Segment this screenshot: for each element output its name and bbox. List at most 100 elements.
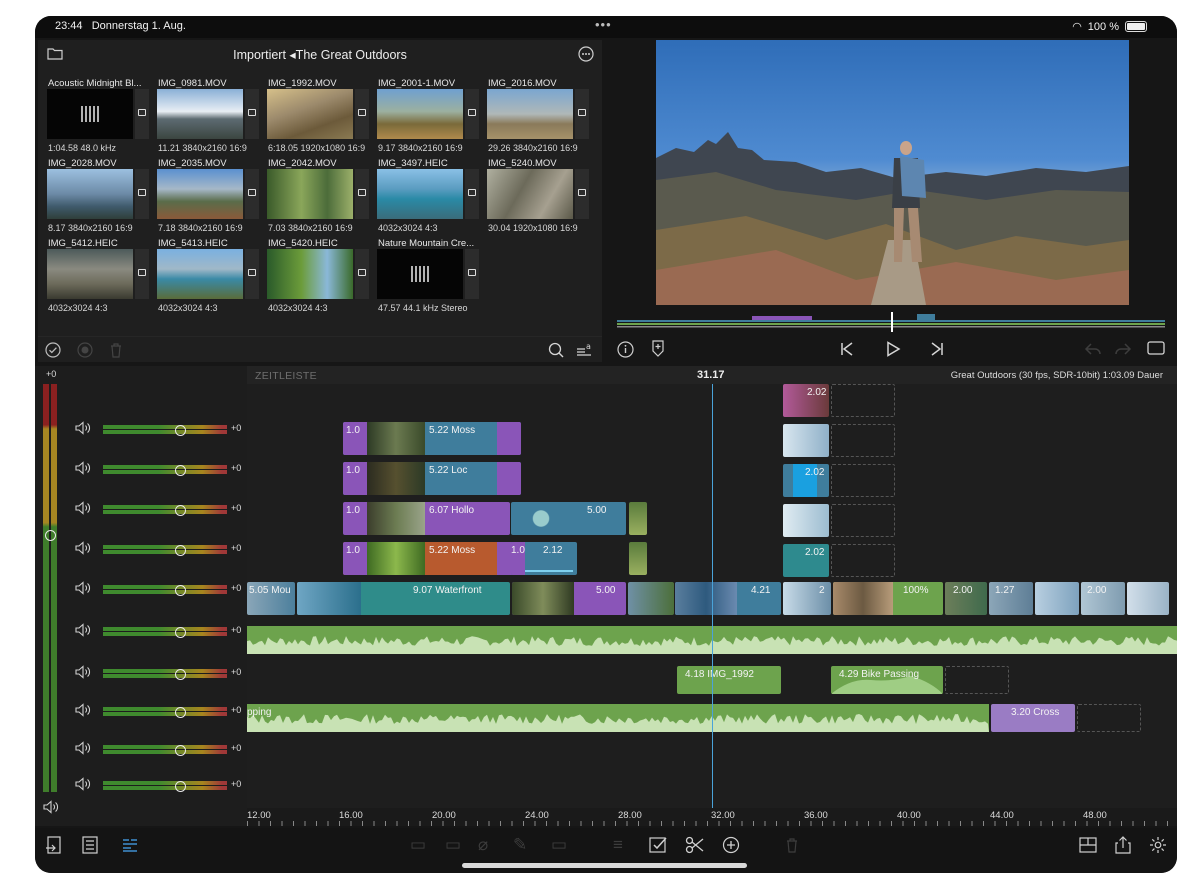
media-item[interactable]: IMG_5413.HEIC 4032x3024 4:3 <box>157 238 261 318</box>
audio-clip[interactable]: 4.18 IMG_1992 <box>677 666 781 694</box>
layout-icon[interactable] <box>1079 836 1097 857</box>
skip-forward-icon[interactable] <box>929 341 945 360</box>
timeline-clip[interactable]: 1.27 <box>989 582 1033 615</box>
media-item[interactable]: Acoustic Midnight Bl... 1:04.58 48.0 kHz <box>47 78 151 158</box>
track-speaker-icon[interactable] <box>75 461 91 478</box>
clip-placeholder[interactable] <box>831 384 895 417</box>
insert-clip-icon[interactable]: ▭ <box>445 836 461 853</box>
track-volume-control[interactable]: +0 <box>75 665 245 680</box>
timeline-clip[interactable] <box>628 582 674 615</box>
timeline-clip[interactable]: 9.07 Waterfront <box>297 582 510 615</box>
project-info[interactable]: Great Outdoors (30 fps, SDR-10bit) 1:03.… <box>951 370 1163 381</box>
timeline-clip[interactable]: 2.00 <box>1081 582 1125 615</box>
fullscreen-icon[interactable] <box>1147 341 1165 358</box>
connect-clip-icon[interactable]: ▭ <box>410 836 426 853</box>
media-item[interactable]: IMG_0981.MOV 11.21 3840x2160 16:9 <box>157 78 261 158</box>
timeline-clip[interactable]: 4.21 <box>675 582 781 615</box>
timeline-ruler[interactable]: 12.00 16.00 20.00 24.00 28.00 32.00 36.0… <box>247 808 1177 826</box>
share-icon[interactable] <box>1115 836 1131 857</box>
media-item[interactable]: IMG_1992.MOV 6:18.05 1920x1080 16:9 <box>267 78 371 158</box>
home-indicator[interactable] <box>462 863 747 868</box>
select-range-icon[interactable] <box>649 836 669 857</box>
select-check-icon[interactable] <box>45 342 61 361</box>
timeline-clip[interactable]: 2.02 <box>783 384 829 417</box>
track-speaker-icon[interactable] <box>75 741 91 758</box>
delete-icon[interactable] <box>785 836 799 857</box>
track-speaker-icon[interactable] <box>75 501 91 518</box>
clip-placeholder[interactable] <box>831 544 895 577</box>
track-speaker-icon[interactable] <box>75 623 91 640</box>
more-options-icon[interactable] <box>578 46 594 65</box>
audio-placeholder[interactable] <box>1077 704 1141 732</box>
media-item[interactable]: IMG_5240.MOV 30.04 1920x1080 16:9 <box>487 158 591 238</box>
timeline-clip[interactable] <box>783 424 829 457</box>
track-speaker-icon[interactable] <box>75 703 91 720</box>
timeline-tracks[interactable]: 1.0 5.22 Moss 1.0 5.22 Loc 1.0 6.07 Holl… <box>247 384 1177 808</box>
track-volume-control[interactable]: +0 <box>75 581 245 598</box>
track-volume-control[interactable]: +0 <box>75 541 245 556</box>
track-volume-knob[interactable] <box>175 505 186 516</box>
track-volume-knob[interactable] <box>175 707 186 718</box>
timeline-clip[interactable]: 1.0 5.22 Moss <box>343 422 521 455</box>
timeline-clip[interactable]: 2.00 <box>945 582 987 615</box>
track-volume-knob[interactable] <box>175 585 186 596</box>
media-item[interactable]: IMG_2001-1.MOV 9.17 3840x2160 16:9 <box>377 78 481 158</box>
media-item[interactable]: Nature Mountain Cre... 47.57 44.1 kHz Ste… <box>377 238 481 318</box>
track-volume-knob[interactable] <box>175 627 186 638</box>
track-volume-knob[interactable] <box>175 781 186 792</box>
master-volume-knob[interactable] <box>45 530 56 541</box>
media-item[interactable]: IMG_5420.HEIC 4032x3024 4:3 <box>267 238 371 318</box>
audio-clip-ambience[interactable]: pping <box>247 704 989 732</box>
track-speaker-icon[interactable] <box>75 581 91 598</box>
track-volume-control[interactable]: +0 <box>75 777 245 794</box>
link-icon[interactable]: ⌀ <box>478 836 488 853</box>
master-level-meter[interactable] <box>43 384 59 792</box>
video-preview[interactable] <box>656 40 1129 305</box>
marker-icon[interactable] <box>651 340 665 360</box>
track-volume-control[interactable]: +0 <box>75 623 245 640</box>
track-volume-knob[interactable] <box>175 545 186 556</box>
timeline-clip[interactable] <box>1127 582 1169 615</box>
split-scissors-icon[interactable] <box>685 836 705 857</box>
playhead[interactable] <box>712 384 713 808</box>
trash-icon[interactable] <box>109 342 123 361</box>
audio-clip[interactable]: 4.29 Bike Passing <box>831 666 943 694</box>
timecode-display[interactable]: 31.17 <box>697 369 725 381</box>
timeline-clip[interactable]: 5.00 <box>511 502 626 535</box>
media-item[interactable]: IMG_2028.MOV 8.17 3840x2160 16:9 <box>47 158 151 238</box>
track-volume-knob[interactable] <box>175 425 186 436</box>
timeline-clip[interactable] <box>1035 582 1079 615</box>
play-icon[interactable] <box>885 341 901 360</box>
skip-back-icon[interactable] <box>839 341 855 360</box>
track-volume-knob[interactable] <box>175 745 186 756</box>
timeline-clip[interactable]: 5.00 <box>512 582 626 615</box>
clip-placeholder[interactable] <box>831 504 895 537</box>
audio-placeholder[interactable] <box>945 666 1009 694</box>
import-icon[interactable] <box>45 836 63 857</box>
multitasking-dots-icon[interactable]: ••• <box>595 17 612 32</box>
audio-clip[interactable]: 3.20 Cross <box>991 704 1075 732</box>
add-icon[interactable] <box>722 836 740 857</box>
undo-icon[interactable] <box>1083 341 1103 360</box>
timeline-clip[interactable]: 1.0 2.12 <box>511 542 577 575</box>
master-speaker-icon[interactable] <box>43 800 59 817</box>
info-icon[interactable] <box>617 341 634 361</box>
timeline-overview-scrubber[interactable] <box>617 312 1165 332</box>
pen-icon[interactable]: ✎ <box>513 836 527 853</box>
list-icon[interactable]: ≡ <box>613 836 623 853</box>
timeline-clip[interactable]: 100% <box>833 582 943 615</box>
track-speaker-icon[interactable] <box>75 777 91 794</box>
media-item[interactable]: IMG_2035.MOV 7.18 3840x2160 16:9 <box>157 158 261 238</box>
settings-gear-icon[interactable] <box>1149 836 1167 857</box>
track-volume-knob[interactable] <box>175 465 186 476</box>
timeline-clip[interactable]: 2 <box>783 582 831 615</box>
inspector-icon[interactable] <box>81 836 99 857</box>
media-item[interactable]: IMG_2042.MOV 7.03 3840x2160 16:9 <box>267 158 371 238</box>
clip-placeholder[interactable] <box>831 464 895 497</box>
track-volume-control[interactable]: +0 <box>75 741 245 758</box>
record-icon[interactable] <box>77 342 93 361</box>
track-volume-control[interactable]: +0 <box>75 421 245 436</box>
clip-placeholder[interactable] <box>831 424 895 457</box>
redo-icon[interactable] <box>1113 341 1133 360</box>
media-item[interactable]: IMG_2016.MOV 29.26 3840x2160 16:9 <box>487 78 591 158</box>
